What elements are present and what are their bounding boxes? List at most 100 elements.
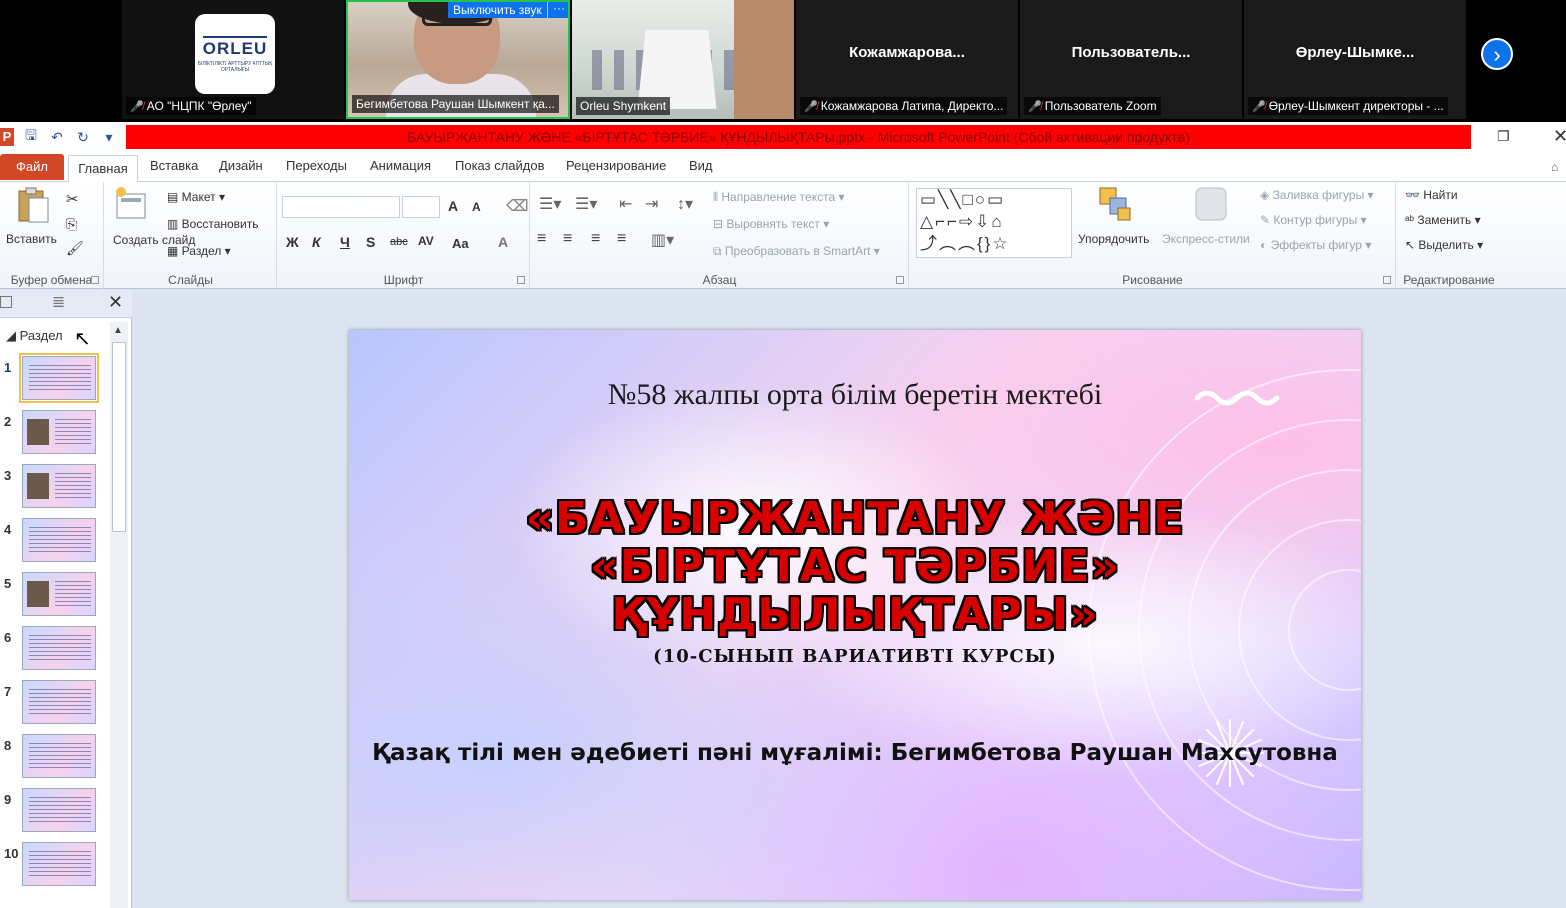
change-case-button[interactable]: Aa xyxy=(452,236,469,251)
shape-effects-button[interactable]: ◐ Эффекты фигур ▾ xyxy=(1260,238,1371,252)
font-dialog-launcher[interactable] xyxy=(517,276,525,284)
undo-icon[interactable]: ↶ xyxy=(48,128,66,146)
paste-icon[interactable] xyxy=(16,186,50,224)
font-name-combo[interactable] xyxy=(282,196,400,218)
ribbon-collapse-icon[interactable]: ⌂ xyxy=(1551,160,1558,174)
slide-number: 2 xyxy=(4,414,12,429)
columns-icon[interactable]: ▥▾ xyxy=(651,230,674,250)
cut-icon[interactable]: ✂ xyxy=(66,190,79,208)
slide-thumbnail[interactable]: 3 xyxy=(0,464,108,514)
find-button[interactable]: 👓 Найти xyxy=(1405,188,1458,202)
participant-tile-orleu[interactable]: ORLEU БІЛІКТІЛІКТІ АРТТЫРУ ҰЛТТЫҚ ОРТАЛЫ… xyxy=(122,0,344,119)
smartart-button[interactable]: ⧉ Преобразовать в SmartArt ▾ xyxy=(713,244,880,259)
slide-thumbnail[interactable]: 7 xyxy=(0,680,108,730)
clipboard-dialog-launcher[interactable] xyxy=(91,276,99,284)
drawing-dialog-launcher[interactable] xyxy=(1383,276,1391,284)
shapes-gallery[interactable]: ▭╲╲□○▭ △⌐⌐⇨⇩⌂ ⤴︵︵{}☆ xyxy=(916,188,1072,258)
outline-tab-icon[interactable]: ≣ xyxy=(52,292,65,312)
select-button[interactable]: ↖ Выделить ▾ xyxy=(1405,238,1483,252)
tab-slideshow[interactable]: Показ слайдов xyxy=(455,158,545,173)
tab-insert[interactable]: Вставка xyxy=(150,158,198,173)
section-icon: ▦ xyxy=(167,244,182,258)
slide-thumbnail[interactable]: 6 xyxy=(0,626,108,676)
slide-thumbnail-image xyxy=(22,518,96,562)
underline-button[interactable]: Ч xyxy=(340,234,350,250)
shape-fill-button[interactable]: ◈ Заливка фигуры ▾ xyxy=(1260,188,1374,202)
scroll-up-icon[interactable]: ▲ xyxy=(113,325,123,336)
tab-view[interactable]: Вид xyxy=(689,158,713,173)
slides-tab-icon[interactable] xyxy=(0,296,12,308)
close-window-icon[interactable]: ✕ xyxy=(1553,126,1566,147)
current-slide[interactable]: №58 жалпы орта білім беретін мектебі «БА… xyxy=(349,330,1361,900)
slide-thumbnail[interactable]: 10 xyxy=(0,842,108,892)
font-color-button[interactable]: A xyxy=(498,234,508,250)
participant-tile-room[interactable]: Orleu Shymkent xyxy=(572,0,794,119)
restore-window-icon[interactable]: ❐ xyxy=(1497,128,1513,144)
format-painter-icon[interactable]: 🖌 xyxy=(66,240,84,257)
participant-tile-kozhamzharova[interactable]: Кожамжарова... 🎤̸ Кожамжарова Латипа, Дир… xyxy=(796,0,1018,119)
customize-qat-icon[interactable]: ▾ xyxy=(100,128,118,146)
slide-thumbnail[interactable]: 8 xyxy=(0,734,108,784)
slide-number: 1 xyxy=(4,360,12,375)
bullets-icon[interactable]: ☰▾ xyxy=(539,194,561,214)
thumbnail-text-lines xyxy=(29,689,91,717)
shadow-button[interactable]: S xyxy=(366,234,375,250)
strikethrough-button[interactable]: abc xyxy=(390,236,408,248)
tab-animation[interactable]: Анимация xyxy=(370,158,431,173)
new-slide-icon[interactable] xyxy=(113,186,147,224)
tab-review[interactable]: Рецензирование xyxy=(566,158,666,173)
align-right-icon[interactable]: ≡ xyxy=(591,230,600,248)
mute-participant-button[interactable]: Выключить звук xyxy=(448,2,547,18)
italic-button[interactable]: К xyxy=(312,234,321,250)
decrease-indent-icon[interactable]: ⇤ xyxy=(619,194,632,214)
quick-styles-icon[interactable] xyxy=(1194,186,1228,224)
close-pane-icon[interactable]: ✕ xyxy=(108,292,123,313)
align-center-icon[interactable]: ≡ xyxy=(563,230,572,248)
numbering-icon[interactable]: ☰▾ xyxy=(575,194,597,214)
slide-thumbnail[interactable]: 9 xyxy=(0,788,108,838)
shape-outline-button[interactable]: ✎ Контур фигуры ▾ xyxy=(1260,213,1367,227)
arrange-icon[interactable] xyxy=(1098,186,1132,224)
layout-button[interactable]: ▤ Макет ▾ xyxy=(167,190,225,204)
slide-thumbnail[interactable]: 1 xyxy=(0,353,108,406)
paste-button[interactable]: Вставить xyxy=(6,232,57,246)
align-text-button[interactable]: ⊟ Выровнять текст ▾ xyxy=(713,217,829,231)
scroll-thumb[interactable] xyxy=(112,342,126,532)
chevron-right-icon[interactable]: › xyxy=(1481,38,1513,70)
paragraph-dialog-launcher[interactable] xyxy=(896,276,904,284)
arrange-button[interactable]: Упорядочить xyxy=(1078,232,1149,246)
text-direction-button[interactable]: ⫴ Направление текста ▾ xyxy=(713,190,845,205)
redo-icon[interactable]: ↻ xyxy=(74,128,92,146)
reset-button[interactable]: ▥ Восстановить xyxy=(167,217,259,231)
char-spacing-button[interactable]: AV xyxy=(418,234,434,248)
slide-thumbnail[interactable]: 4 xyxy=(0,518,108,568)
participant-tile-zoom-user[interactable]: Пользователь... 🎤̸ Пользователь Zoom xyxy=(1020,0,1242,119)
slide-thumbnail[interactable]: 2 xyxy=(0,410,108,460)
bold-button[interactable]: Ж xyxy=(286,234,299,250)
more-options-button[interactable]: ··· xyxy=(548,2,568,18)
powerpoint-app-icon[interactable]: P xyxy=(0,128,14,146)
participant-tile-active-speaker[interactable]: Выключить звук ··· Бегимбетова Раушан Шы… xyxy=(346,0,570,119)
tab-transitions[interactable]: Переходы xyxy=(286,158,347,173)
section-button[interactable]: ▦ Раздел ▾ xyxy=(167,244,231,258)
increase-indent-icon[interactable]: ⇥ xyxy=(645,194,658,214)
slide-thumbnail[interactable]: 5 xyxy=(0,572,108,622)
shrink-font-button[interactable]: A xyxy=(472,200,481,214)
save-icon[interactable]: 🖫 xyxy=(22,127,40,146)
slide-number: 8 xyxy=(4,738,12,753)
quick-styles-button[interactable]: Экспресс-стили xyxy=(1162,232,1250,246)
slides-pane-scrollbar[interactable]: ▲ xyxy=(110,322,128,908)
grow-font-button[interactable]: A xyxy=(448,198,458,214)
replace-button[interactable]: ᵃᵇ Заменить ▾ xyxy=(1405,213,1481,227)
tab-home[interactable]: Главная xyxy=(68,155,138,183)
align-left-icon[interactable]: ≡ xyxy=(537,230,546,248)
tab-file[interactable]: Файл xyxy=(0,154,64,180)
copy-icon[interactable]: ⎘ xyxy=(66,216,77,233)
participant-tile-orleu-shymkent-director[interactable]: Өрлеу-Шымке... 🎤̸ Өрлеу-Шымкент директоры… xyxy=(1244,0,1466,119)
section-header[interactable]: ◢ Раздел xyxy=(0,324,108,348)
tab-design[interactable]: Дизайн xyxy=(219,158,263,173)
line-spacing-icon[interactable]: ↕▾ xyxy=(677,194,693,214)
font-size-combo[interactable] xyxy=(402,196,440,218)
justify-icon[interactable]: ≡ xyxy=(617,230,626,248)
clear-format-icon[interactable]: ⌫ xyxy=(506,196,529,216)
